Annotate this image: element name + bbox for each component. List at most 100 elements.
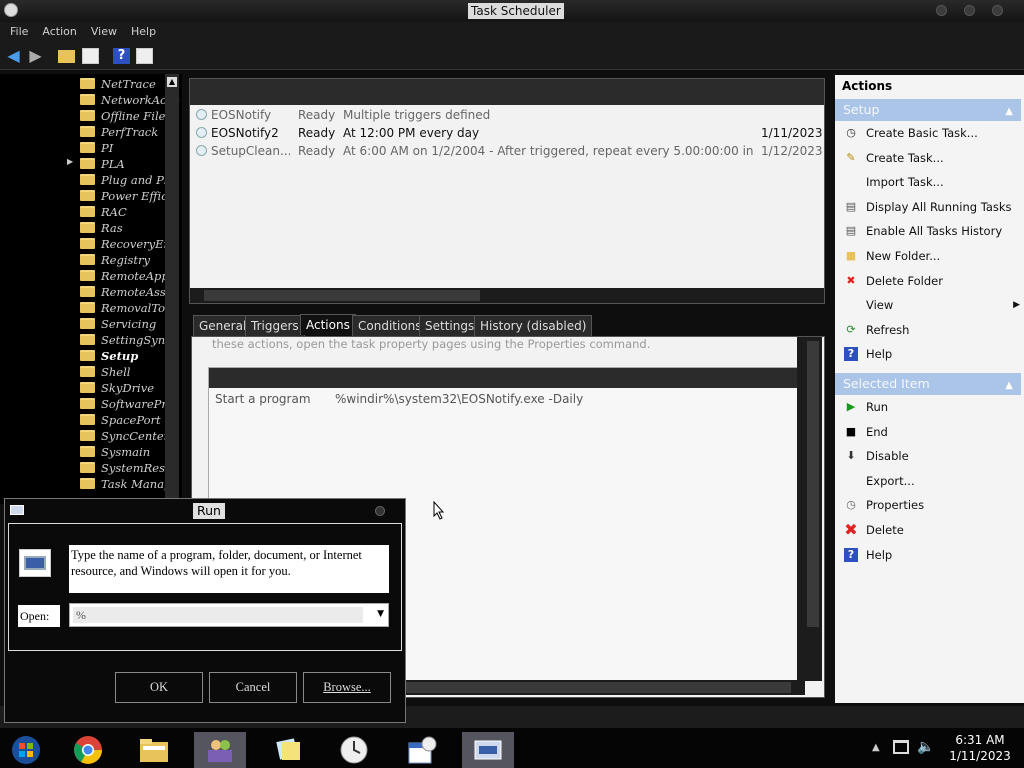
tree-item-label: NetTrace xyxy=(101,77,156,91)
show-hide-action-pane-icon[interactable] xyxy=(136,48,153,64)
taskbar-clock[interactable]: 6:31 AM 1/11/2023 xyxy=(940,732,1020,764)
action-view[interactable]: View ▶ xyxy=(835,293,1024,317)
forward-arrow-icon[interactable]: ▶ xyxy=(27,48,44,64)
action-run[interactable]: ▶ Run xyxy=(835,395,1024,419)
taskbar-clock-app[interactable] xyxy=(328,732,380,768)
delete-x-icon: ✖ xyxy=(846,273,856,287)
show-hidden-icons-arrow-icon[interactable]: ▲ xyxy=(872,742,880,753)
task-row[interactable]: EOSNotify2 Ready At 12:00 PM every day 1/11… xyxy=(190,124,824,142)
folder-icon xyxy=(80,222,95,233)
scroll-thumb[interactable] xyxy=(807,341,819,627)
action-end[interactable]: ■ End xyxy=(835,420,1024,444)
run-dialog: Run Type the name of a program, folder, … xyxy=(4,498,406,723)
action-new-folder[interactable]: ■ New Folder... xyxy=(835,244,1024,268)
tree-item-label: Registry xyxy=(101,253,151,267)
action-help[interactable]: ? Help xyxy=(835,543,1024,567)
tab-triggers[interactable]: Triggers xyxy=(245,315,305,336)
detail-vertical-scrollbar[interactable] xyxy=(797,337,822,681)
action-disable[interactable]: ⬇ Disable xyxy=(835,444,1024,468)
task-next-run-cell: 1/12/2023 6: xyxy=(761,144,823,158)
scroll-thumb[interactable] xyxy=(204,290,480,301)
close-button[interactable] xyxy=(992,5,1003,16)
maximize-button[interactable] xyxy=(964,5,975,16)
taskbar-users[interactable] xyxy=(194,732,246,768)
chrome-icon xyxy=(74,736,102,764)
action-refresh[interactable]: ⟳ Refresh xyxy=(835,318,1024,342)
action-export[interactable]: Export... xyxy=(835,469,1024,493)
folder-up-icon[interactable] xyxy=(58,50,75,63)
action-label: Enable All Tasks History xyxy=(866,224,1003,239)
tab-settings[interactable]: Settings xyxy=(419,315,481,336)
action-help[interactable]: ? Help xyxy=(835,342,1024,366)
network-icon[interactable] xyxy=(893,740,909,754)
section-setup[interactable]: Setup ▲ xyxy=(835,99,1021,121)
taskbar-task-scheduler[interactable] xyxy=(396,732,448,768)
action-type-cell[interactable]: Start a program xyxy=(215,392,311,406)
tree-item-label: Sysmain xyxy=(101,445,151,459)
taskbar-file-explorer[interactable] xyxy=(128,732,180,768)
collapse-arrow-icon[interactable]: ▲ xyxy=(1005,375,1013,397)
tree-expand-arrow-icon[interactable]: ▶ xyxy=(67,157,73,166)
ok-button[interactable]: OK xyxy=(115,672,203,703)
task-name-cell: EOSNotify2 xyxy=(196,124,290,142)
toolbar: ◀ ▶ ? xyxy=(0,42,1024,70)
run-close-button[interactable] xyxy=(375,506,385,516)
action-import-task[interactable]: Import Task... xyxy=(835,170,1024,194)
action-label: Create Task... xyxy=(866,150,944,165)
menu-view[interactable]: View xyxy=(84,22,124,42)
open-combobox[interactable]: % ▼ xyxy=(69,603,389,627)
action-delete-folder[interactable]: ✖ Delete Folder xyxy=(835,269,1024,293)
title-bar: Task Scheduler xyxy=(0,0,1024,22)
taskbar-run[interactable] xyxy=(462,732,514,768)
start-button[interactable] xyxy=(0,732,52,768)
actions-table-header[interactable] xyxy=(209,368,797,388)
tree-item-label: Ras xyxy=(101,221,123,235)
tab-actions[interactable]: Actions xyxy=(300,314,356,335)
menu-action[interactable]: Action xyxy=(35,22,83,42)
task-list-horizontal-scrollbar[interactable] xyxy=(190,288,824,303)
task-clock-icon xyxy=(196,127,207,138)
scroll-up-arrow-icon[interactable]: ▲ xyxy=(167,77,177,87)
task-scheduler-app-icon xyxy=(4,3,18,17)
mouse-cursor-icon xyxy=(433,500,445,523)
cancel-button[interactable]: Cancel xyxy=(209,672,297,703)
task-scheduler-icon xyxy=(408,736,437,764)
action-label: Import Task... xyxy=(866,175,944,190)
menu-bar: File Action View Help xyxy=(0,22,1024,42)
collapse-arrow-icon[interactable]: ▲ xyxy=(1005,101,1013,123)
tab-history-disabled[interactable]: History (disabled) xyxy=(474,315,593,336)
tab-general[interactable]: General xyxy=(193,315,253,336)
dropdown-arrow-icon[interactable]: ▼ xyxy=(377,609,384,619)
minimize-button[interactable] xyxy=(936,5,947,16)
volume-icon[interactable]: 🔈 xyxy=(917,739,934,755)
menu-help[interactable]: Help xyxy=(124,22,163,42)
task-tabs: General Triggers Actions Conditions Settings… xyxy=(191,314,825,336)
task-list-header[interactable] xyxy=(190,79,824,105)
folder-tree[interactable]: NetTrace NetworkAcce Offline Files PerfTrac… xyxy=(0,74,182,504)
open-input[interactable]: % xyxy=(73,607,363,623)
action-label: Disable xyxy=(866,449,909,464)
section-selected-item[interactable]: Selected Item ▲ xyxy=(835,373,1021,395)
task-row[interactable]: SetupClean... Ready At 6:00 AM on 1/2/2004… xyxy=(190,142,824,160)
action-display-all-running-tasks[interactable]: ▤ Display All Running Tasks xyxy=(835,195,1024,219)
browse-button[interactable]: Browse... xyxy=(303,672,391,703)
tab-conditions[interactable]: Conditions xyxy=(352,315,428,336)
menu-file[interactable]: File xyxy=(3,22,35,42)
show-hide-tree-icon[interactable] xyxy=(82,48,99,64)
help-icon: ? xyxy=(844,347,858,362)
action-properties[interactable]: ◷ Properties xyxy=(835,493,1024,517)
help-icon[interactable]: ? xyxy=(113,48,130,64)
action-create-basic-task[interactable]: ◷ Create Basic Task... xyxy=(835,121,1024,145)
tree-scrollbar[interactable]: ▲ xyxy=(165,74,179,504)
folder-icon xyxy=(80,334,95,345)
back-arrow-icon[interactable]: ◀ xyxy=(5,48,22,64)
action-details-cell[interactable]: %windir%\system32\EOSNotify.exe -Daily xyxy=(335,392,583,406)
folder-icon xyxy=(80,78,95,89)
task-row[interactable]: EOSNotify Ready Multiple triggers defined xyxy=(190,106,824,124)
action-create-task[interactable]: ✎ Create Task... xyxy=(835,146,1024,170)
action-enable-all-tasks-history[interactable]: ▤ Enable All Tasks History xyxy=(835,219,1024,243)
taskbar-chrome[interactable] xyxy=(62,732,114,768)
taskbar-sticky-notes[interactable] xyxy=(262,732,314,768)
action-delete[interactable]: ✖ Delete xyxy=(835,518,1024,542)
folder-icon xyxy=(80,462,95,473)
